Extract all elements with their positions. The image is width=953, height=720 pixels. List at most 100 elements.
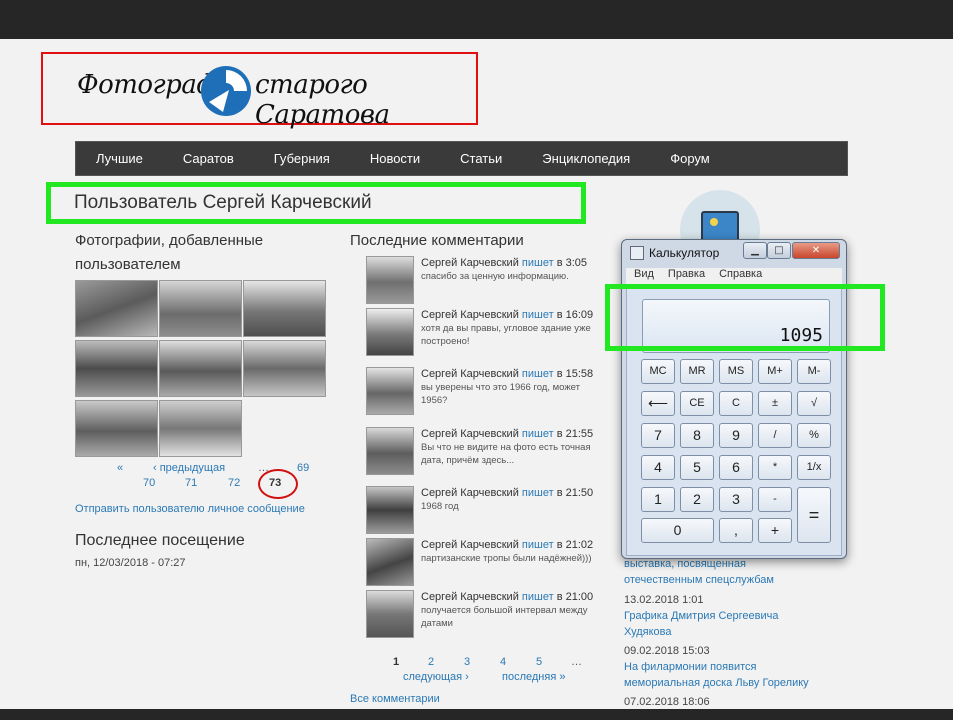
reciprocal-button[interactable]: 1/x — [797, 455, 831, 480]
subtract-button[interactable]: - — [758, 487, 792, 512]
comment-link[interactable]: пишет — [522, 539, 554, 551]
comment-time: в 21:55 — [556, 428, 594, 440]
memory-recall-button[interactable]: MR — [680, 359, 714, 384]
all-comments-link[interactable]: Все комментарии — [350, 693, 440, 705]
digit-8-button[interactable]: 8 — [680, 423, 714, 448]
digit-2-button[interactable]: 2 — [680, 487, 714, 512]
comment-time: в 3:05 — [556, 257, 587, 269]
comment-link[interactable]: пишет — [522, 487, 554, 499]
digit-0-button[interactable]: 0 — [641, 518, 714, 543]
decimal-button[interactable]: , — [719, 518, 753, 543]
menu-item-forum[interactable]: Форум — [670, 151, 710, 166]
comments-pager-page-2[interactable]: 2 — [428, 656, 434, 668]
news-title[interactable]: На филармонии появится — [624, 659, 854, 675]
calculator-title: Калькулятор — [649, 246, 720, 260]
clear-button[interactable]: C — [719, 391, 753, 416]
pager-prev-link[interactable]: ‹ предыдущая — [153, 462, 225, 474]
add-button[interactable]: + — [758, 518, 792, 543]
comment-author: Сергей Карчевский — [421, 309, 519, 321]
plus-minus-button[interactable]: ± — [758, 391, 792, 416]
photo-thumbnail[interactable] — [159, 340, 242, 397]
pager-first-link[interactable]: « — [117, 462, 123, 474]
browser-bottom-bar — [0, 709, 953, 720]
memory-store-button[interactable]: MS — [719, 359, 753, 384]
calc-menu-view[interactable]: Вид — [634, 268, 654, 284]
digit-7-button[interactable]: 7 — [641, 423, 675, 448]
pager-page-72[interactable]: 72 — [228, 477, 240, 489]
comment-photo-thumbnail[interactable] — [366, 427, 414, 475]
photos-heading-line2: пользователем — [75, 256, 181, 273]
digit-6-button[interactable]: 6 — [719, 455, 753, 480]
news-title-cont[interactable]: отечественным спецслужбам — [624, 572, 854, 588]
divide-button[interactable]: / — [758, 423, 792, 448]
comment-photo-thumbnail[interactable] — [366, 486, 414, 534]
backspace-button[interactable]: ⟵ — [641, 391, 675, 416]
clear-entry-button[interactable]: CE — [680, 391, 714, 416]
comment-link[interactable]: пишет — [522, 428, 554, 440]
memory-subtract-button[interactable]: M- — [797, 359, 831, 384]
comment-link[interactable]: пишет — [522, 368, 554, 380]
news-date: 09.02.2018 15:03 — [624, 645, 710, 657]
memory-add-button[interactable]: M+ — [758, 359, 792, 384]
menu-item-encyclopedia[interactable]: Энциклопедия — [542, 151, 630, 166]
digit-4-button[interactable]: 4 — [641, 455, 675, 480]
comment-time: в 15:58 — [556, 368, 594, 380]
current-page-annotation-circle — [258, 469, 298, 499]
comment-photo-thumbnail[interactable] — [366, 538, 414, 586]
equals-button[interactable]: = — [797, 487, 831, 543]
multiply-button[interactable]: * — [758, 455, 792, 480]
comments-pager-page-3[interactable]: 3 — [464, 656, 470, 668]
comments-pager-next[interactable]: следующая › — [403, 671, 469, 683]
comments-pager-ellipsis: … — [571, 656, 582, 668]
site-logo[interactable]: Фотографии старого Саратова — [41, 52, 478, 130]
menu-item-guberniya[interactable]: Губерния — [274, 151, 330, 166]
calculator-titlebar[interactable]: Калькулятор ▁ □ ✕ — [622, 240, 846, 266]
menu-item-best[interactable]: Лучшие — [96, 151, 143, 166]
logo-text-right: старого Саратова — [255, 70, 390, 130]
pager-page-70[interactable]: 70 — [143, 477, 155, 489]
digit-9-button[interactable]: 9 — [719, 423, 753, 448]
memory-clear-button[interactable]: MC — [641, 359, 675, 384]
comments-pager-page-4[interactable]: 4 — [500, 656, 506, 668]
photo-thumbnail[interactable] — [75, 400, 158, 457]
calc-menu-edit[interactable]: Правка — [668, 268, 705, 284]
news-item: 09.02.2018 15:03 На филармонии появится … — [624, 643, 854, 691]
news-title-cont[interactable]: мемориальная доска Льву Горелику — [624, 675, 854, 691]
news-title[interactable]: Графика Дмитрия Сергеевича — [624, 608, 854, 624]
comment-photo-thumbnail[interactable] — [366, 590, 414, 638]
comment-text: партизанские тропы были надёжней))) — [421, 553, 592, 564]
comment-link[interactable]: пишет — [522, 309, 554, 321]
minimize-button[interactable]: ▁ — [743, 242, 767, 259]
comments-pager-last[interactable]: последняя » — [502, 671, 565, 683]
send-message-link[interactable]: Отправить пользователю личное сообщение — [75, 503, 305, 515]
comment-link[interactable]: пишет — [522, 257, 554, 269]
pager-page-71[interactable]: 71 — [185, 477, 197, 489]
percent-button[interactable]: % — [797, 423, 831, 448]
news-title-cont[interactable]: Худякова — [624, 624, 854, 640]
comment-time: в 16:09 — [556, 309, 594, 321]
digit-1-button[interactable]: 1 — [641, 487, 675, 512]
menu-item-saratov[interactable]: Саратов — [183, 151, 234, 166]
comment-author: Сергей Карчевский — [421, 487, 519, 499]
photo-thumbnail[interactable] — [159, 400, 242, 457]
pager-page-69[interactable]: 69 — [297, 462, 309, 474]
calc-menu-help[interactable]: Справка — [719, 268, 762, 284]
comment-text: 1968 год — [421, 501, 459, 512]
comments-pager-page-5[interactable]: 5 — [536, 656, 542, 668]
comment-link[interactable]: пишет — [522, 591, 554, 603]
photo-thumbnail[interactable] — [159, 280, 242, 337]
close-button[interactable]: ✕ — [792, 242, 840, 259]
photo-thumbnail[interactable] — [75, 340, 158, 397]
maximize-button[interactable]: □ — [767, 242, 791, 259]
comment-photo-thumbnail[interactable] — [366, 256, 414, 304]
digit-3-button[interactable]: 3 — [719, 487, 753, 512]
digit-5-button[interactable]: 5 — [680, 455, 714, 480]
photo-thumbnail[interactable] — [75, 280, 158, 337]
comment-photo-thumbnail[interactable] — [366, 308, 414, 356]
comment-photo-thumbnail[interactable] — [366, 367, 414, 415]
menu-item-news[interactable]: Новости — [370, 151, 420, 166]
photo-thumbnail[interactable] — [243, 280, 326, 337]
photo-thumbnail[interactable] — [243, 340, 326, 397]
menu-item-articles[interactable]: Статьи — [460, 151, 502, 166]
square-root-button[interactable]: √ — [797, 391, 831, 416]
